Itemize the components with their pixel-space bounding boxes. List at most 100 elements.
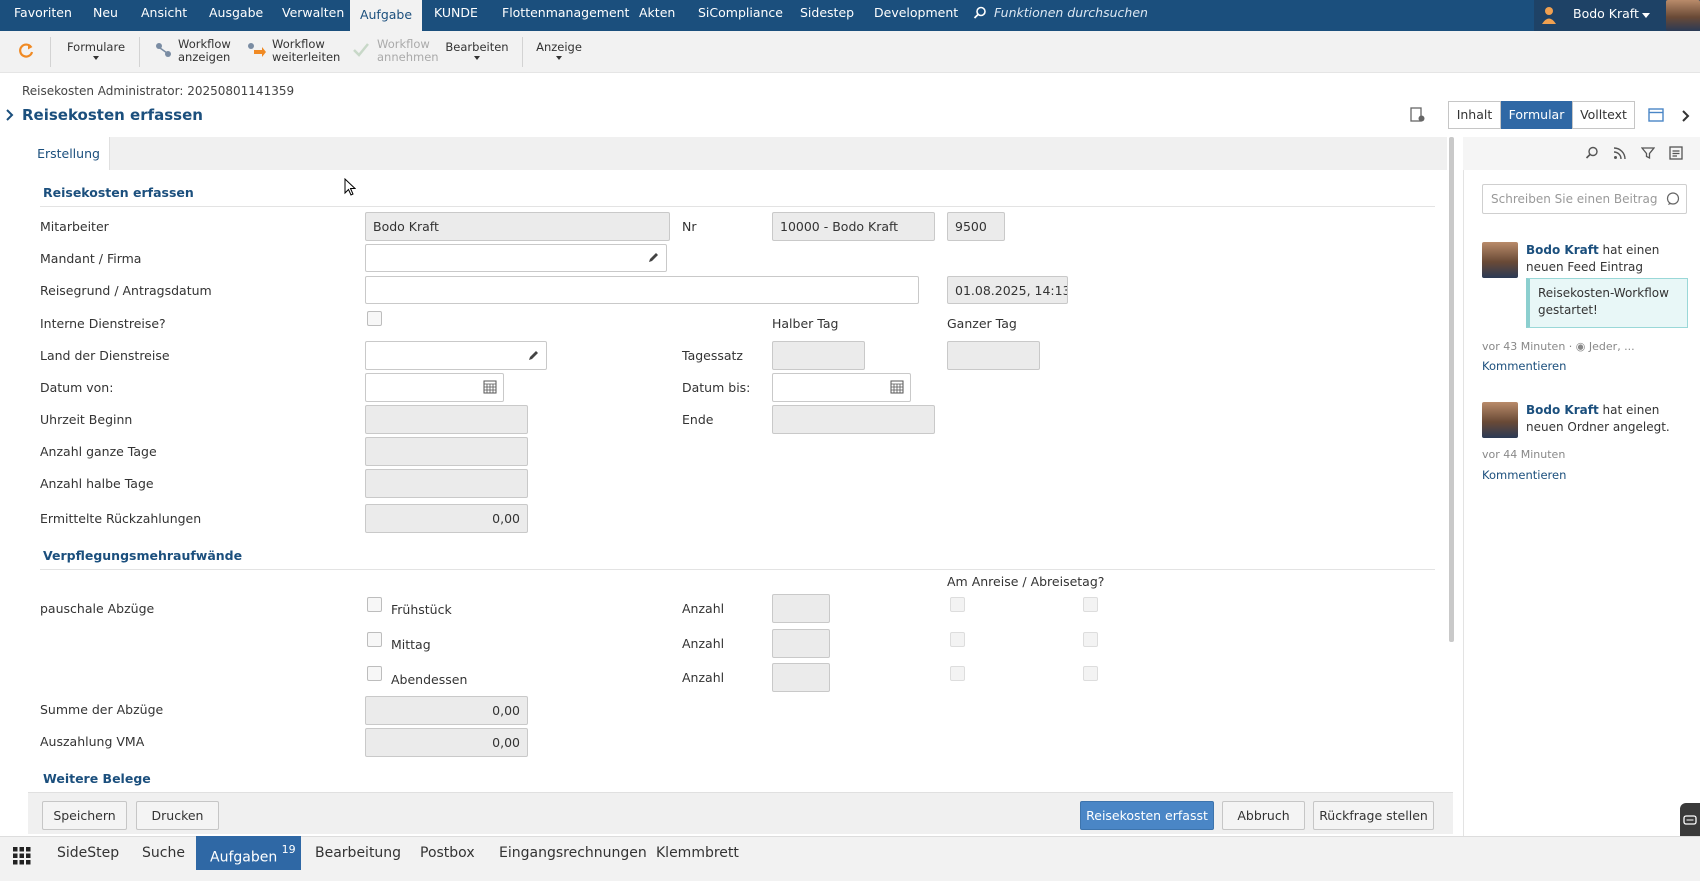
- calendar-icon[interactable]: [483, 380, 497, 397]
- rueckfrage-button[interactable]: Rückfrage stellen: [1313, 801, 1434, 830]
- menu-ausgabe[interactable]: Ausgabe: [209, 0, 263, 31]
- menu-flottenmanagement[interactable]: Flottenmanagement: [502, 0, 629, 31]
- bottom-tab-suche[interactable]: Suche: [142, 836, 185, 870]
- abreise-abendessen-checkbox[interactable]: [1083, 666, 1098, 681]
- tagessatz-ganzer-field[interactable]: [947, 341, 1040, 370]
- workflow-weiterleiten-button[interactable]: Workflow weiterleiten: [246, 31, 341, 73]
- land-label: Land der Dienstreise: [40, 348, 170, 363]
- toolbar-divider: [522, 37, 523, 67]
- menu-favoriten[interactable]: Favoriten: [14, 0, 72, 31]
- mandant-field[interactable]: [365, 244, 667, 272]
- abreise-fruehstueck-checkbox[interactable]: [1083, 597, 1098, 612]
- bottom-tab-bearbeitung[interactable]: Bearbeitung: [315, 836, 401, 870]
- mitarbeiter-field[interactable]: Bodo Kraft: [365, 212, 670, 241]
- bottom-tab-sidestep[interactable]: SideStep: [57, 836, 119, 870]
- menu-kunde[interactable]: KUNDE: [434, 0, 478, 31]
- menu-sicompliance[interactable]: SiCompliance: [698, 0, 783, 31]
- halber-tag-label: Halber Tag: [772, 316, 839, 331]
- workflow-annehmen-line1: Workflow: [377, 37, 430, 51]
- chevron-down-icon: [1642, 13, 1650, 18]
- uhrzeit-field[interactable]: [365, 405, 528, 434]
- mittag-checkbox[interactable]: [367, 632, 382, 647]
- bearbeiten-button[interactable]: Bearbeiten: [443, 31, 511, 73]
- bottom-tab-aufgaben[interactable]: Aufgaben 19: [196, 836, 301, 870]
- user-menu[interactable]: Bodo Kraft: [1534, 0, 1700, 31]
- ganze-tage-field[interactable]: [365, 437, 528, 466]
- feed-post-input[interactable]: Schreiben Sie einen Beitrag: [1482, 184, 1687, 214]
- anreise-mittag-checkbox[interactable]: [950, 632, 965, 647]
- menu-development[interactable]: Development: [874, 0, 958, 31]
- apps-grid-icon[interactable]: [13, 847, 31, 868]
- kommentieren-link[interactable]: Kommentieren: [1482, 468, 1566, 482]
- anzahl-mittag-field[interactable]: [772, 629, 830, 658]
- speichern-button[interactable]: Speichern: [42, 801, 127, 830]
- tagessatz-label: Tagessatz: [682, 348, 743, 363]
- anzahl-abendessen-field[interactable]: [772, 663, 830, 692]
- view-volltext[interactable]: Volltext: [1572, 101, 1635, 129]
- tagessatz-halber-field[interactable]: [772, 341, 865, 370]
- list-icon[interactable]: [1669, 146, 1683, 163]
- menu-aufgabe[interactable]: Aufgabe: [350, 0, 422, 31]
- chevron-right-icon[interactable]: [6, 109, 14, 124]
- workflow-anzeigen-button[interactable]: Workflow anzeigen: [152, 31, 234, 73]
- bottom-tab-postbox[interactable]: Postbox: [420, 836, 475, 870]
- workflow-annehmen-button[interactable]: Workflow annehmen: [351, 31, 439, 73]
- rss-icon[interactable]: [1613, 146, 1627, 163]
- function-search-input[interactable]: Funktionen durchsuchen: [994, 0, 1148, 31]
- workflow-weiterleiten-line2: weiterleiten: [272, 50, 341, 64]
- drucken-button[interactable]: Drucken: [136, 801, 219, 830]
- menu-neu[interactable]: Neu: [93, 0, 118, 31]
- menu-sidestep[interactable]: Sidestep: [800, 0, 854, 31]
- calendar-icon[interactable]: [890, 380, 904, 397]
- form-scrollbar[interactable]: [1449, 137, 1454, 642]
- kommentieren-link[interactable]: Kommentieren: [1482, 359, 1566, 373]
- feed-author-link[interactable]: Bodo Kraft: [1526, 243, 1599, 257]
- workflow-forward-icon: [246, 40, 266, 63]
- feed-author-link[interactable]: Bodo Kraft: [1526, 403, 1599, 417]
- rueckzahlungen-field[interactable]: 0,00: [365, 504, 528, 533]
- view-formular[interactable]: Formular: [1501, 101, 1572, 129]
- edit-pencil-icon[interactable]: [647, 251, 660, 267]
- chevron-down-icon: [93, 56, 99, 60]
- search-icon[interactable]: [1585, 146, 1599, 163]
- document-settings-icon[interactable]: [1410, 107, 1426, 126]
- abbruch-button[interactable]: Abbruch: [1222, 801, 1305, 830]
- land-field[interactable]: [365, 341, 547, 370]
- anzahl-label: Anzahl: [682, 636, 725, 651]
- fruehstueck-checkbox[interactable]: [367, 597, 382, 612]
- anzahl-fruehstueck-field[interactable]: [772, 594, 830, 623]
- abendessen-checkbox[interactable]: [367, 666, 382, 681]
- auszahlung-field[interactable]: 0,00: [365, 728, 528, 757]
- summe-field[interactable]: 0,00: [365, 696, 528, 725]
- bottom-tab-klemmbrett[interactable]: Klemmbrett: [656, 836, 739, 870]
- anreise-abendessen-checkbox[interactable]: [950, 666, 965, 681]
- interne-dienstreise-checkbox[interactable]: [367, 311, 382, 326]
- bottom-tab-aufgaben-label: Aufgaben: [210, 849, 278, 866]
- antragsdatum-field[interactable]: 01.08.2025, 14:13: [947, 276, 1068, 304]
- anreise-fruehstueck-checkbox[interactable]: [950, 597, 965, 612]
- abreise-mittag-checkbox[interactable]: [1083, 632, 1098, 647]
- workflow-view-icon: [154, 40, 174, 63]
- tab-erstellung[interactable]: Erstellung: [28, 137, 110, 170]
- menu-verwalten[interactable]: Verwalten: [282, 0, 344, 31]
- formulare-button[interactable]: Formulare: [66, 31, 126, 73]
- halbe-tage-field[interactable]: [365, 469, 528, 498]
- comment-icon[interactable]: [1666, 192, 1680, 209]
- nr-code-field[interactable]: 9500: [947, 212, 1005, 241]
- menu-ansicht[interactable]: Ansicht: [141, 0, 187, 31]
- panel-layout-icon[interactable]: [1648, 108, 1664, 125]
- bottom-tab-eingangsrechnungen[interactable]: Eingangsrechnungen: [499, 836, 647, 870]
- feed-avatar: [1482, 402, 1518, 438]
- filter-icon[interactable]: [1640, 146, 1656, 163]
- chevron-right-icon[interactable]: [1682, 110, 1690, 125]
- anzeige-button[interactable]: Anzeige: [533, 31, 585, 73]
- ende-field[interactable]: [772, 405, 935, 434]
- edit-pencil-icon[interactable]: [527, 349, 540, 365]
- reisegrund-field[interactable]: [365, 276, 919, 304]
- refresh-icon[interactable]: [17, 42, 35, 63]
- menu-akten[interactable]: Akten: [639, 0, 675, 31]
- nr-field[interactable]: 10000 - Bodo Kraft: [772, 212, 935, 241]
- view-inhalt[interactable]: Inhalt: [1448, 101, 1501, 129]
- reisekosten-erfasst-button[interactable]: Reisekosten erfasst: [1080, 801, 1214, 830]
- workflow-weiterleiten-line1: Workflow: [272, 37, 325, 51]
